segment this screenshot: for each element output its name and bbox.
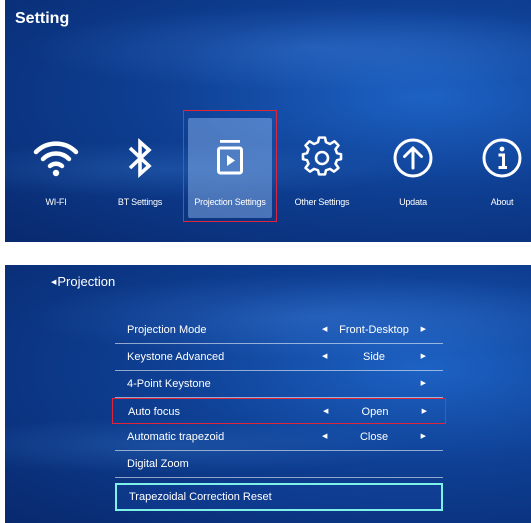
row-label: Digital Zoom xyxy=(127,458,189,470)
row-4-point-keystone[interactable]: 4-Point Keystone ▶ xyxy=(115,371,443,398)
gear-icon xyxy=(300,136,344,185)
projection-panel: ◀Projection Projection Mode ◀ Front-Desk… xyxy=(5,265,531,523)
row-digital-zoom[interactable]: Digital Zoom xyxy=(115,451,443,478)
back-button[interactable]: ◀Projection xyxy=(51,274,115,289)
selection-frame xyxy=(183,110,277,222)
row-label: Keystone Advanced xyxy=(127,351,225,363)
row-label: Auto focus xyxy=(128,406,180,418)
back-arrow-icon: ◀ xyxy=(51,279,57,286)
upload-arrow-icon xyxy=(391,136,435,185)
nav-item-label: Updata xyxy=(399,197,427,207)
arrow-right-icon[interactable]: ▶ xyxy=(421,424,426,450)
bluetooth-icon xyxy=(120,136,160,185)
arrow-right-icon[interactable]: ▶ xyxy=(421,317,426,343)
info-icon xyxy=(480,136,524,185)
page-title: Setting xyxy=(15,10,70,27)
nav-item-about[interactable]: About xyxy=(459,118,531,218)
row-label: Trapezoidal Correction Reset xyxy=(129,491,272,503)
back-label: Projection xyxy=(57,274,116,289)
nav-item-label: BT Settings xyxy=(117,197,163,207)
wifi-icon xyxy=(31,136,81,185)
row-auto-focus[interactable]: Auto focus ◀ Open ▶ xyxy=(112,398,446,424)
row-automatic-trapezoid[interactable]: Automatic trapezoid ◀ Close ▶ xyxy=(115,424,443,451)
projection-menu: Projection Mode ◀ Front-Desktop ▶ Keysto… xyxy=(112,317,446,511)
row-trapezoidal-correction-reset[interactable]: Trapezoidal Correction Reset xyxy=(115,483,443,511)
nav-item-updata[interactable]: Updata xyxy=(370,118,456,218)
arrow-right-icon[interactable]: ▶ xyxy=(421,344,426,370)
row-value: Close xyxy=(359,431,389,443)
row-value: Open xyxy=(361,406,389,418)
nav-item-label: About xyxy=(490,197,514,207)
nav-item-bt-settings[interactable]: BT Settings xyxy=(97,118,183,218)
settings-panel: Setting WI-FI BT Settings Projection Set… xyxy=(5,0,531,242)
nav-item-other-settings[interactable]: Other Settings xyxy=(279,118,365,218)
row-keystone-advanced[interactable]: Keystone Advanced ◀ Side ▶ xyxy=(115,344,443,371)
row-label: Projection Mode xyxy=(127,324,207,336)
row-value: Front-Desktop xyxy=(339,324,409,336)
arrow-right-icon[interactable]: ▶ xyxy=(422,399,427,425)
row-projection-mode[interactable]: Projection Mode ◀ Front-Desktop ▶ xyxy=(115,317,443,344)
arrow-right-icon[interactable]: ▶ xyxy=(421,371,426,397)
nav-item-label: Other Settings xyxy=(294,197,350,207)
row-label: Automatic trapezoid xyxy=(127,431,225,443)
row-label: 4-Point Keystone xyxy=(127,378,211,390)
nav-item-label: WI-FI xyxy=(45,197,67,207)
row-value: Side xyxy=(362,351,386,363)
nav-item-wifi[interactable]: WI-FI xyxy=(13,118,99,218)
